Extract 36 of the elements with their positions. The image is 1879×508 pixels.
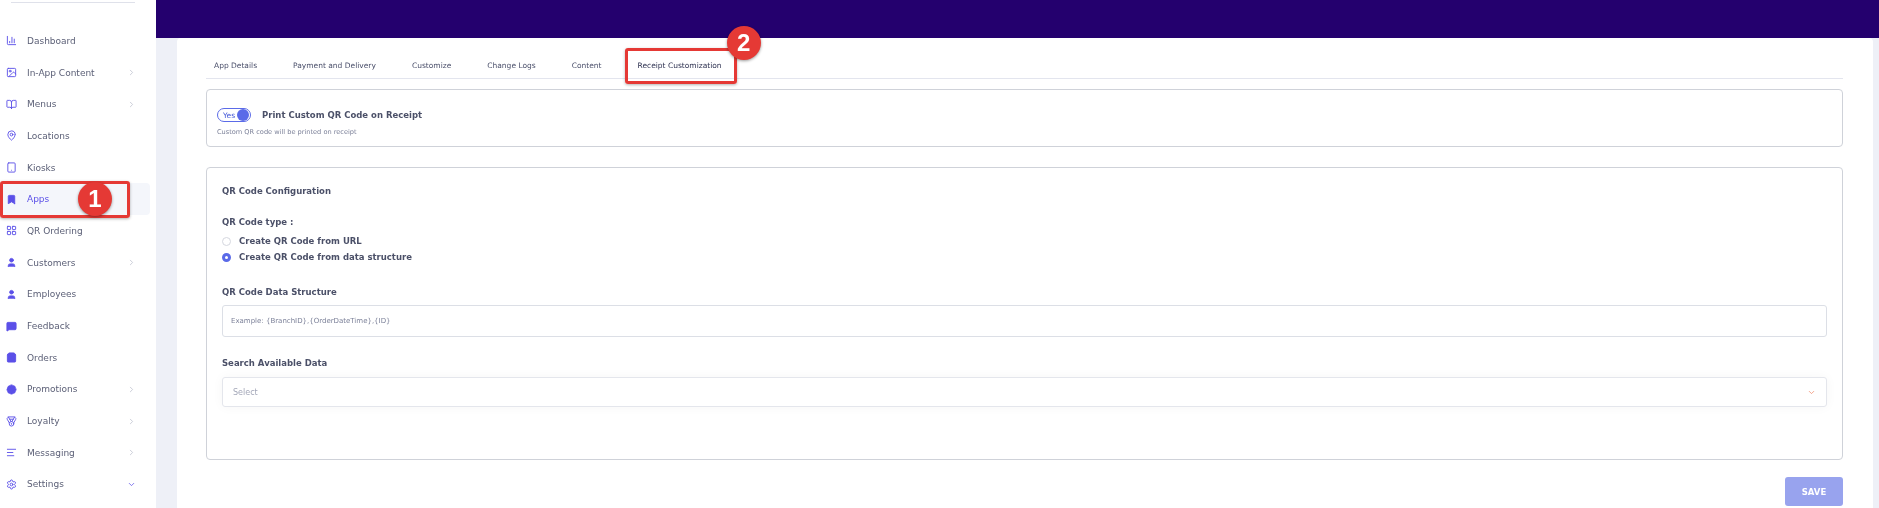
radio-option[interactable]: Create QR Code from data structure	[222, 252, 1827, 262]
grid-icon	[6, 225, 17, 237]
settings-icon	[6, 478, 17, 490]
sidebar-item[interactable]: In-App Content	[0, 56, 150, 89]
sidebar-item[interactable]: Locations	[0, 120, 150, 152]
sidebar-item[interactable]: Loyalty	[0, 405, 150, 437]
bookmark-icon	[6, 193, 17, 205]
chat-icon	[6, 320, 17, 332]
sidebar-item[interactable]: Promotions	[0, 373, 150, 406]
user-icon	[6, 288, 17, 300]
field-label: Search Available Data	[222, 358, 329, 368]
sidebar-item[interactable]: Orders	[0, 341, 150, 374]
sidebar-item[interactable]: Employees	[0, 278, 150, 311]
map-pin-icon	[6, 130, 17, 142]
user-icon	[6, 257, 17, 269]
medal-icon	[6, 415, 17, 427]
field-label: QR Code type :	[222, 217, 295, 227]
sidebar-item[interactable]: Dashboard	[0, 25, 150, 57]
tablet-icon	[6, 162, 17, 174]
sidebar-item[interactable]: Messaging	[0, 436, 150, 469]
chart-icon	[6, 35, 17, 47]
sidebar-item[interactable]: Feedback	[0, 310, 150, 342]
section-title: QR Code Configuration	[222, 186, 332, 196]
lines-icon	[6, 447, 17, 459]
sidebar-item[interactable]: Settings	[0, 468, 150, 501]
image-icon	[6, 67, 17, 79]
setting-title: Print Custom QR Code on Receipt	[262, 110, 423, 120]
book-icon	[6, 98, 17, 110]
sidebar-item[interactable]: QR Ordering	[0, 215, 150, 247]
step-badge: 1	[78, 182, 112, 217]
radio-option[interactable]: Create QR Code from URL	[222, 236, 1827, 246]
sidebar-item[interactable]: Kiosks	[0, 151, 150, 184]
sidebar-item[interactable]: Customers	[0, 246, 150, 279]
sidebar-item[interactable]: Apps 1	[0, 183, 150, 216]
sidebar-item[interactable]: Menus	[0, 88, 150, 121]
field-label: QR Code Data Structure	[222, 287, 338, 297]
